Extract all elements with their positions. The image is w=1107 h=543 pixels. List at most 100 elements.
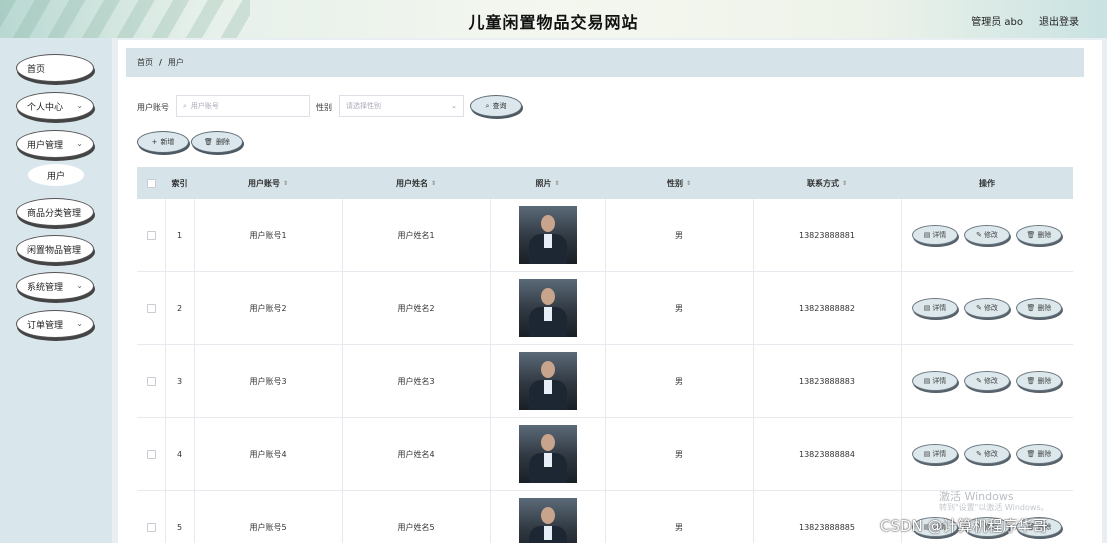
detail-button[interactable]: ▤ 详情 — [912, 225, 958, 245]
cell-account-value: 用户账号3 — [249, 376, 287, 386]
cell-account-value: 用户账号1 — [249, 230, 287, 240]
sidebar-item-user-management[interactable]: 用户管理 ⌄ — [16, 130, 94, 158]
sidebar-item-label: 系统管理 — [27, 282, 64, 293]
select-all-checkbox[interactable] — [146, 178, 156, 188]
user-photo[interactable] — [518, 498, 577, 543]
detail-button[interactable]: ▤ 详情 — [912, 371, 958, 391]
query-button[interactable]: ⌕ 查询 — [470, 95, 522, 117]
detail-button-label: 详情 — [932, 304, 947, 312]
trash-icon: 🗑 — [1026, 304, 1036, 312]
cell-index: 1 — [165, 199, 194, 271]
detail-button-label: 详情 — [932, 231, 947, 239]
chevron-down-icon: ⌄ — [76, 139, 83, 148]
cell-name: 用户姓名1 — [342, 199, 490, 271]
batch-delete-button[interactable]: 🗑 删除 — [191, 131, 243, 153]
row-checkbox[interactable] — [146, 303, 156, 313]
cell-gender-value: 男 — [675, 230, 683, 240]
sidebar-item-idle-items-management[interactable]: 闲置物品管理 — [16, 235, 94, 263]
edit-button-label: 修改 — [983, 304, 998, 312]
cell-index-value: 1 — [176, 230, 183, 240]
csdn-watermark: CSDN @计算机程序华哥 — [880, 517, 1048, 535]
row-checkbox[interactable] — [146, 449, 156, 459]
sidebar: 首页 个人中心 ⌄ 用户管理 ⌄ 用户 商品分类管理 闲置物品管理 系统管理 ⌄… — [0, 38, 112, 543]
add-button[interactable]: + 新增 — [137, 131, 189, 153]
table-row: 1 用户账号1 用户姓名1 男 13823888881 ▤ 详情 ✎ 修改 🗑 删除 — [137, 199, 1073, 272]
pencil-icon: ✎ — [976, 377, 982, 385]
user-photo[interactable] — [518, 279, 577, 337]
edit-button[interactable]: ✎ 修改 — [964, 298, 1010, 318]
gender-select-placeholder: 请选择性别 — [346, 102, 381, 110]
header-account[interactable]: 用户账号 ⇕ — [194, 167, 342, 199]
delete-button[interactable]: 🗑 删除 — [1016, 298, 1062, 318]
breadcrumb-current: 用户 — [167, 58, 184, 67]
sort-icon: ⇕ — [841, 179, 848, 187]
edit-button[interactable]: ✎ 修改 — [964, 444, 1010, 464]
logout-link[interactable]: 退出登录 — [1039, 13, 1079, 28]
detail-button-label: 详情 — [932, 377, 947, 385]
header-index-label: 索引 — [171, 178, 188, 188]
chevron-down-icon: ⌄ — [76, 101, 83, 110]
sidebar-item-order-management[interactable]: 订单管理 ⌄ — [16, 310, 94, 338]
delete-button-label: 删除 — [1037, 231, 1052, 239]
cell-index: 2 — [165, 272, 194, 344]
cell-account: 用户账号5 — [194, 491, 342, 543]
pencil-icon: ✎ — [976, 450, 982, 458]
trash-icon: 🗑 — [204, 138, 213, 146]
table-header: 索引 用户账号 ⇕ 用户姓名 ⇕ 照片 ⇕ 性别 ⇕ 联系方式 ⇕ 操作 — [137, 167, 1073, 199]
user-photo[interactable] — [518, 352, 577, 410]
breadcrumb-home[interactable]: 首页 — [137, 57, 153, 68]
cell-name-value: 用户姓名4 — [397, 449, 435, 459]
sidebar-item-label: 首页 — [27, 64, 46, 75]
sidebar-item-category-management[interactable]: 商品分类管理 — [16, 198, 94, 226]
cell-phone: 13823888881 — [753, 199, 901, 271]
header-phone[interactable]: 联系方式 ⇕ — [753, 167, 901, 199]
photo-shirt — [543, 307, 552, 321]
delete-button[interactable]: 🗑 删除 — [1016, 371, 1062, 391]
user-photo[interactable] — [518, 206, 577, 264]
document-icon: ▤ — [923, 304, 931, 312]
cell-name-value: 用户姓名2 — [397, 303, 435, 313]
detail-button[interactable]: ▤ 详情 — [912, 298, 958, 318]
edit-button[interactable]: ✎ 修改 — [964, 225, 1010, 245]
sidebar-item-home[interactable]: 首页 — [16, 54, 94, 82]
edit-button[interactable]: ✎ 修改 — [964, 371, 1010, 391]
document-icon: ▤ — [923, 450, 931, 458]
cell-gender-value: 男 — [675, 376, 683, 386]
sidebar-item-label: 订单管理 — [27, 320, 64, 331]
user-photo[interactable] — [518, 425, 577, 483]
account-search-label: 用户账号 — [137, 103, 169, 112]
row-select-cell — [137, 199, 165, 271]
header-gender[interactable]: 性别 ⇕ — [605, 167, 753, 199]
delete-button[interactable]: 🗑 删除 — [1016, 225, 1062, 245]
chevron-down-icon: ⌄ — [76, 319, 83, 328]
sidebar-item-system-management[interactable]: 系统管理 ⌄ — [16, 272, 94, 300]
document-icon: ▤ — [923, 231, 931, 239]
table-row: 4 用户账号4 用户姓名4 男 13823888884 ▤ 详情 ✎ 修改 🗑 删除 — [137, 418, 1073, 491]
pencil-icon: ✎ — [976, 231, 982, 239]
breadcrumb: 首页 / 用户 — [126, 48, 1084, 77]
cell-name: 用户姓名4 — [342, 418, 490, 490]
cell-photo — [490, 272, 605, 344]
breadcrumb-separator: / — [159, 58, 162, 67]
delete-button[interactable]: 🗑 删除 — [1016, 444, 1062, 464]
cell-account: 用户账号1 — [194, 199, 342, 271]
header-photo[interactable]: 照片 ⇕ — [490, 167, 605, 199]
sidebar-subitem-label: 用户 — [46, 171, 65, 182]
gender-search-label: 性别 — [316, 103, 332, 112]
gender-select[interactable]: 请选择性别 ⌄ — [339, 95, 464, 117]
row-checkbox[interactable] — [146, 522, 156, 532]
account-search-input[interactable]: ⌕ 用户账号 — [176, 95, 310, 117]
cell-name: 用户姓名5 — [342, 491, 490, 543]
sidebar-subitem-user[interactable]: 用户 — [28, 164, 84, 186]
row-checkbox[interactable] — [146, 230, 156, 240]
edit-button-label: 修改 — [983, 377, 998, 385]
header-photo-label: 照片 — [535, 178, 552, 188]
sidebar-item-personal-center[interactable]: 个人中心 ⌄ — [16, 92, 94, 120]
detail-button[interactable]: ▤ 详情 — [912, 444, 958, 464]
row-checkbox[interactable] — [146, 376, 156, 386]
cell-phone: 13823888882 — [753, 272, 901, 344]
cell-name-value: 用户姓名3 — [397, 376, 435, 386]
row-select-cell — [137, 272, 165, 344]
header-name[interactable]: 用户姓名 ⇕ — [342, 167, 490, 199]
cell-index-value: 4 — [176, 449, 183, 459]
